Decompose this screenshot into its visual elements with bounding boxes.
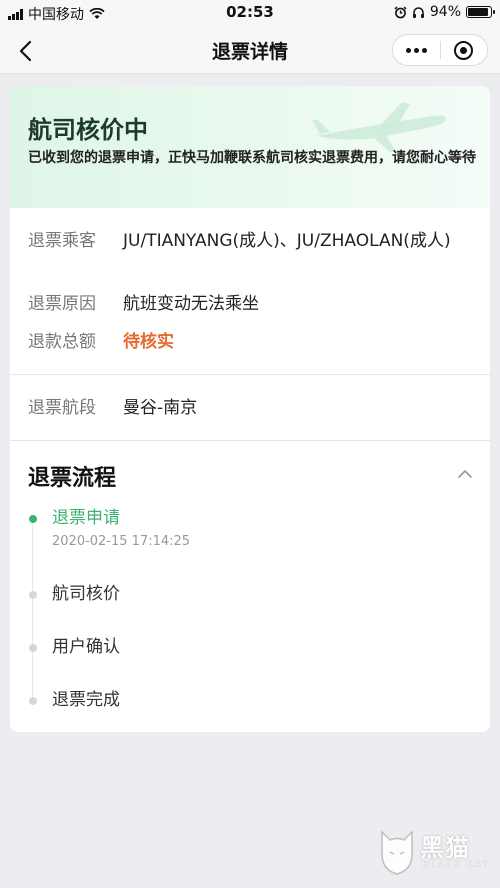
step-label: 航司核价 — [52, 584, 120, 604]
nav-bar: 退票详情 — [0, 26, 500, 74]
process-step: 退票完成 — [28, 688, 448, 714]
step-dot — [29, 697, 37, 705]
close-target-icon — [454, 40, 474, 60]
watermark-subtext: BLACK CAT — [422, 860, 490, 870]
more-dots-icon — [406, 47, 411, 53]
segment-value: 曼谷-南京 — [123, 398, 198, 418]
reason-label: 退票原因 — [28, 294, 96, 314]
miniprogram-capsule — [392, 34, 488, 66]
passengers-value: JU/TIANYANG(成人)、JU/ZHAOLAN(成人) — [123, 231, 451, 251]
battery-percent: 94% — [429, 4, 461, 20]
step-label: 退票申请 — [52, 508, 120, 528]
amount-label: 退款总额 — [28, 332, 96, 352]
process-step: 航司核价 — [28, 582, 448, 608]
airplane-icon — [312, 102, 447, 152]
alarm-icon — [394, 5, 407, 18]
status-bar: 中国移动 02:53 94% — [0, 0, 500, 26]
close-miniprogram-button[interactable] — [441, 35, 487, 65]
process-step: 用户确认 — [28, 635, 448, 661]
divider — [10, 374, 490, 375]
cat-logo-icon — [381, 830, 413, 875]
step-dot — [29, 644, 37, 652]
status-title: 航司核价中 — [28, 116, 148, 144]
status-description: 已收到您的退票申请，正快马加鞭联系航司核实退票费用，请您耐心等待 — [28, 150, 476, 166]
battery-icon — [466, 6, 495, 18]
divider — [10, 440, 490, 441]
passengers-label: 退票乘客 — [28, 231, 96, 251]
amount-value: 待核实 — [123, 332, 174, 352]
reason-value: 航班变动无法乘坐 — [123, 294, 259, 314]
watermark-text: 黑猫 — [420, 834, 470, 862]
chevron-up-icon — [458, 470, 472, 478]
black-cat-watermark: 黑猫 BLACK CAT — [376, 824, 494, 880]
amount-row: 退款总额 待核实 — [28, 329, 478, 355]
step-dot — [29, 591, 37, 599]
step-label: 用户确认 — [52, 637, 120, 657]
step-label: 退票完成 — [52, 690, 120, 710]
process-title: 退票流程 — [28, 466, 117, 491]
reason-row: 退票原因 航班变动无法乘坐 — [28, 291, 478, 317]
segment-label: 退票航段 — [28, 398, 96, 418]
headphones-icon — [412, 6, 424, 18]
segment-row: 退票航段 曼谷-南京 — [28, 395, 478, 421]
refund-detail-card: 航司核价中 已收到您的退票申请，正快马加鞭联系航司核实退票费用，请您耐心等待 退… — [10, 86, 490, 732]
process-step: 退票申请 2020-02-15 17:14:25 — [28, 506, 448, 556]
passengers-row: 退票乘客 JU/TIANYANG(成人)、JU/ZHAOLAN(成人) — [28, 228, 478, 280]
more-button[interactable] — [393, 35, 440, 65]
step-time: 2020-02-15 17:14:25 — [52, 534, 191, 549]
status-banner: 航司核价中 已收到您的退票申请，正快马加鞭联系航司核实退票费用，请您耐心等待 — [10, 86, 490, 208]
collapse-button[interactable] — [454, 466, 476, 482]
step-dot-active — [29, 515, 37, 523]
